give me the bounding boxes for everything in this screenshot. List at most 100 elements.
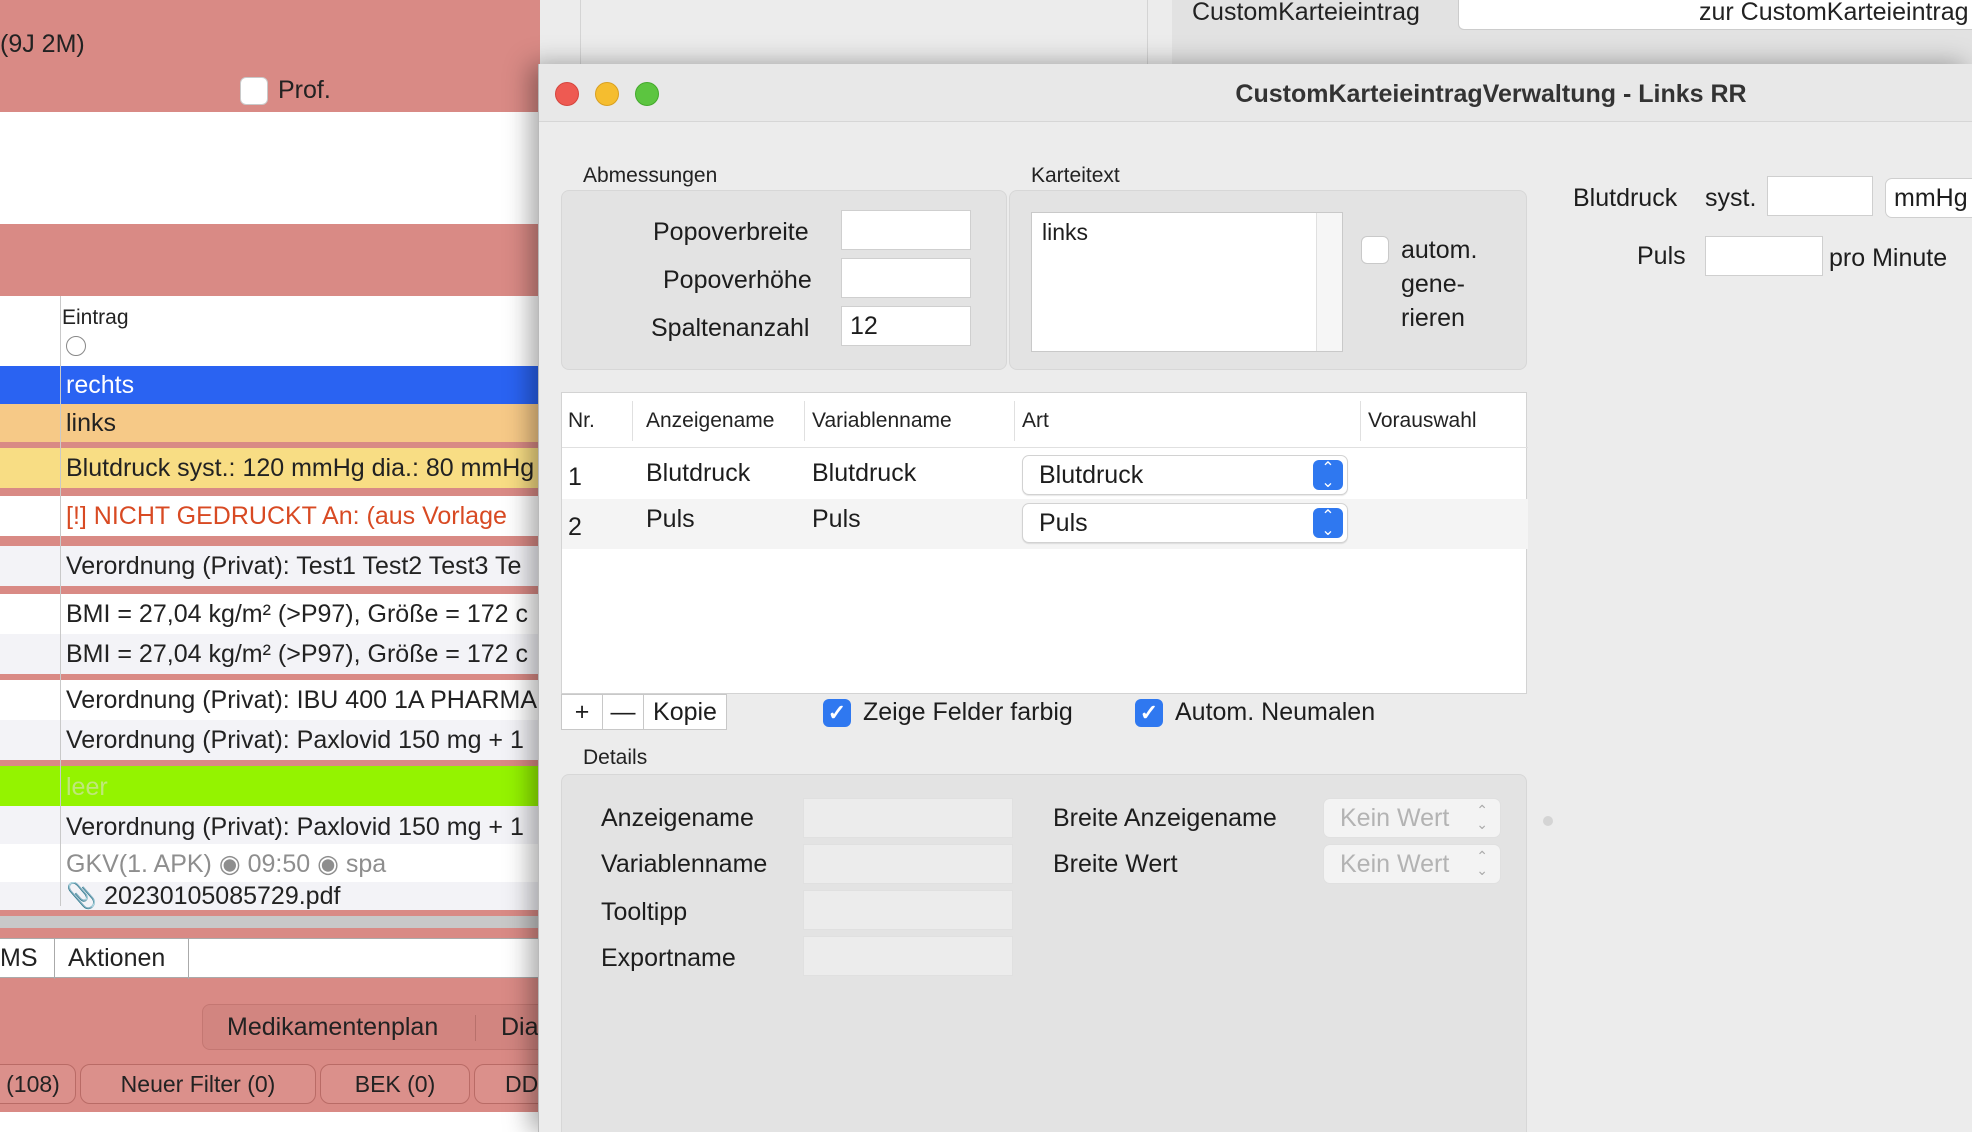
table-row[interactable]: 2 Puls Puls Puls ⌃ ⌄: [562, 499, 1528, 549]
column-divider: [632, 401, 633, 441]
medikamentenplan-button[interactable]: Medikamentenplan Dia: [202, 1004, 540, 1050]
column-header-variablenname[interactable]: Variablenname: [812, 409, 952, 433]
list-item[interactable]: Verordnung (Privat): Paxlovid 150 mg + 1: [0, 720, 540, 760]
details-anzeigename-label: Anzeigename: [601, 804, 754, 832]
preview-puls-label: Puls: [1637, 242, 1686, 270]
tab-ms[interactable]: MS: [0, 944, 38, 973]
chevron-up-down-icon: ⌃ ⌄: [1313, 460, 1343, 491]
filter-pill-bek[interactable]: BEK (0): [320, 1064, 470, 1104]
textarea-scrollbar[interactable]: [1316, 213, 1342, 351]
filter-pill-label: (108): [6, 1070, 60, 1097]
title-bar[interactable]: CustomKarteieintragVerwaltung - Links RR: [539, 64, 1972, 122]
details-exportname-input[interactable]: [803, 936, 1013, 976]
column-header-art[interactable]: Art: [1022, 409, 1049, 433]
filter-pill-label: BEK (0): [354, 1070, 436, 1097]
list-item[interactable]: [!] NICHT GEDRUCKT An: (aus Vorlage: [0, 496, 540, 536]
list-item-text: [!] NICHT GEDRUCKT An: (aus Vorlage: [66, 501, 507, 530]
autom-neumalen-checkbox[interactable]: ✓ Autom. Neumalen: [1135, 698, 1375, 727]
autom-generieren-checkbox[interactable]: [1361, 236, 1389, 264]
remove-row-button[interactable]: —: [602, 694, 644, 730]
column-divider: [804, 401, 805, 441]
column-header-eintrag[interactable]: Eintrag: [62, 306, 129, 330]
cell-variablenname: Blutdruck: [812, 459, 917, 487]
list-item[interactable]: Blutdruck syst.: 120 mmHg dia.: 80 mmHg: [0, 448, 540, 488]
customkarteieintrag-field[interactable]: zur CustomKarteieintrag: [1458, 0, 1972, 30]
list-item-text: Verordnung (Privat): IBU 400 1A PHARMA: [66, 685, 538, 714]
column-header-anzeigename[interactable]: Anzeigename: [646, 409, 774, 433]
tab-aktionen[interactable]: Aktionen: [68, 944, 165, 973]
list-item[interactable]: 📎 20230105085729.pdf: [0, 882, 540, 910]
breite-wert-label: Breite Wert: [1053, 850, 1178, 878]
art-select-value: Puls: [1039, 509, 1088, 537]
list-item-text: Blutdruck syst.: 120 mmHg dia.: 80 mmHg: [66, 453, 535, 482]
list-item[interactable]: BMI = 27,04 kg/m² (>P97), Größe = 172 c: [0, 634, 540, 674]
art-select[interactable]: Puls ⌃ ⌄: [1022, 503, 1348, 543]
details-tooltipp-input[interactable]: [803, 890, 1013, 930]
preview-syst-label: syst.: [1705, 184, 1757, 212]
checkmark-icon[interactable]: ✓: [823, 698, 851, 727]
prof-label: Prof.: [278, 76, 331, 104]
karteitext-textarea[interactable]: links: [1031, 212, 1343, 352]
breite-wert-value: Kein Wert: [1340, 850, 1450, 878]
details-variablenname-label: Variablenname: [601, 850, 768, 878]
cell-anzeigename: Blutdruck: [646, 459, 751, 487]
footer-area: [0, 1112, 540, 1132]
prof-checkbox-box[interactable]: [240, 76, 268, 105]
button-divider: [475, 1015, 476, 1041]
list-item[interactable]: Verordnung (Privat): Test1 Test2 Test3 T…: [0, 546, 540, 586]
preview-syst-input[interactable]: [1767, 176, 1873, 216]
filter-pill-label: DD: [505, 1070, 539, 1097]
filter-pill-dd[interactable]: DD: [474, 1064, 540, 1104]
breite-wert-select[interactable]: Kein Wert ⌃ ⌄: [1323, 844, 1501, 884]
details-variablenname-input[interactable]: [803, 844, 1013, 884]
column-divider: [1014, 401, 1015, 441]
art-select[interactable]: Blutdruck ⌃ ⌄: [1022, 455, 1348, 495]
filter-pill-neuer-filter[interactable]: Neuer Filter (0): [80, 1064, 316, 1104]
column-header-vorauswahl[interactable]: Vorauswahl: [1368, 409, 1477, 433]
breite-anzeigename-select[interactable]: Kein Wert ⌃ ⌄: [1323, 798, 1501, 838]
list-item-text: Verordnung (Privat): Test1 Test2 Test3 T…: [66, 551, 522, 580]
filter-pill[interactable]: (108): [0, 1064, 76, 1104]
bottom-tabs: MS Aktionen: [0, 938, 540, 979]
list-item[interactable]: GKV(1. APK) ◉ 09:50 ◉ spa: [0, 844, 540, 884]
popoverbreite-input[interactable]: [841, 210, 971, 250]
list-item-text: links: [66, 408, 117, 437]
popoverhoehe-input[interactable]: [841, 258, 971, 298]
notes-area[interactable]: [0, 112, 540, 224]
entries-header: Eintrag: [0, 296, 540, 366]
list-item[interactable]: leer: [0, 766, 540, 808]
zeige-felder-farbig-checkbox[interactable]: ✓ Zeige Felder farbig: [823, 698, 1073, 727]
details-tooltipp-label: Tooltipp: [601, 898, 688, 926]
checkmark-icon[interactable]: ✓: [1135, 698, 1163, 727]
list-item-text: Verordnung (Privat): Paxlovid 150 mg + 1: [66, 812, 524, 841]
circle-icon[interactable]: [66, 336, 86, 356]
chevron-up-down-icon: ⌃ ⌄: [1313, 508, 1343, 539]
add-row-button[interactable]: +: [561, 694, 603, 730]
section-karteitext: Karteitext: [1031, 164, 1120, 187]
preview-blutdruck-label: Blutdruck: [1573, 184, 1678, 212]
resize-dot[interactable]: [1543, 816, 1553, 826]
list-item[interactable]: Verordnung (Privat): Paxlovid 150 mg + 1: [0, 806, 540, 848]
zeige-felder-farbig-label: Zeige Felder farbig: [863, 698, 1073, 726]
medikamentenplan-label: Medikamentenplan: [227, 1012, 439, 1041]
prof-checkbox[interactable]: Prof.: [240, 76, 331, 105]
kopie-button[interactable]: Kopie: [643, 694, 727, 730]
patient-age: (9J 2M): [0, 30, 85, 58]
customkarteieintrag-label: CustomKarteieintrag: [1192, 0, 1420, 26]
spaltenanzahl-label: Spaltenanzahl: [651, 314, 810, 342]
art-select-value: Blutdruck: [1039, 461, 1144, 489]
popoverbreite-label: Popoverbreite: [653, 218, 809, 246]
dia-label[interactable]: Dia: [501, 1013, 539, 1042]
preview-puls-input[interactable]: [1705, 236, 1823, 276]
list-item[interactable]: BMI = 27,04 kg/m² (>P97), Größe = 172 c: [0, 594, 540, 634]
splitter-handle[interactable]: [0, 916, 540, 928]
table-row[interactable]: 1 Blutdruck Blutdruck Blutdruck ⌃ ⌄: [562, 449, 1528, 499]
column-header-nr[interactable]: Nr.: [568, 409, 595, 433]
breite-anzeigename-value: Kein Wert: [1340, 804, 1450, 832]
list-item[interactable]: rechts: [0, 366, 540, 404]
spaltenanzahl-input[interactable]: 12: [841, 306, 971, 346]
list-item[interactable]: Verordnung (Privat): IBU 400 1A PHARMA: [0, 680, 540, 720]
details-anzeigename-input[interactable]: [803, 798, 1013, 838]
preview-unit-field[interactable]: mmHg: [1885, 178, 1972, 218]
list-item[interactable]: links: [0, 404, 540, 442]
